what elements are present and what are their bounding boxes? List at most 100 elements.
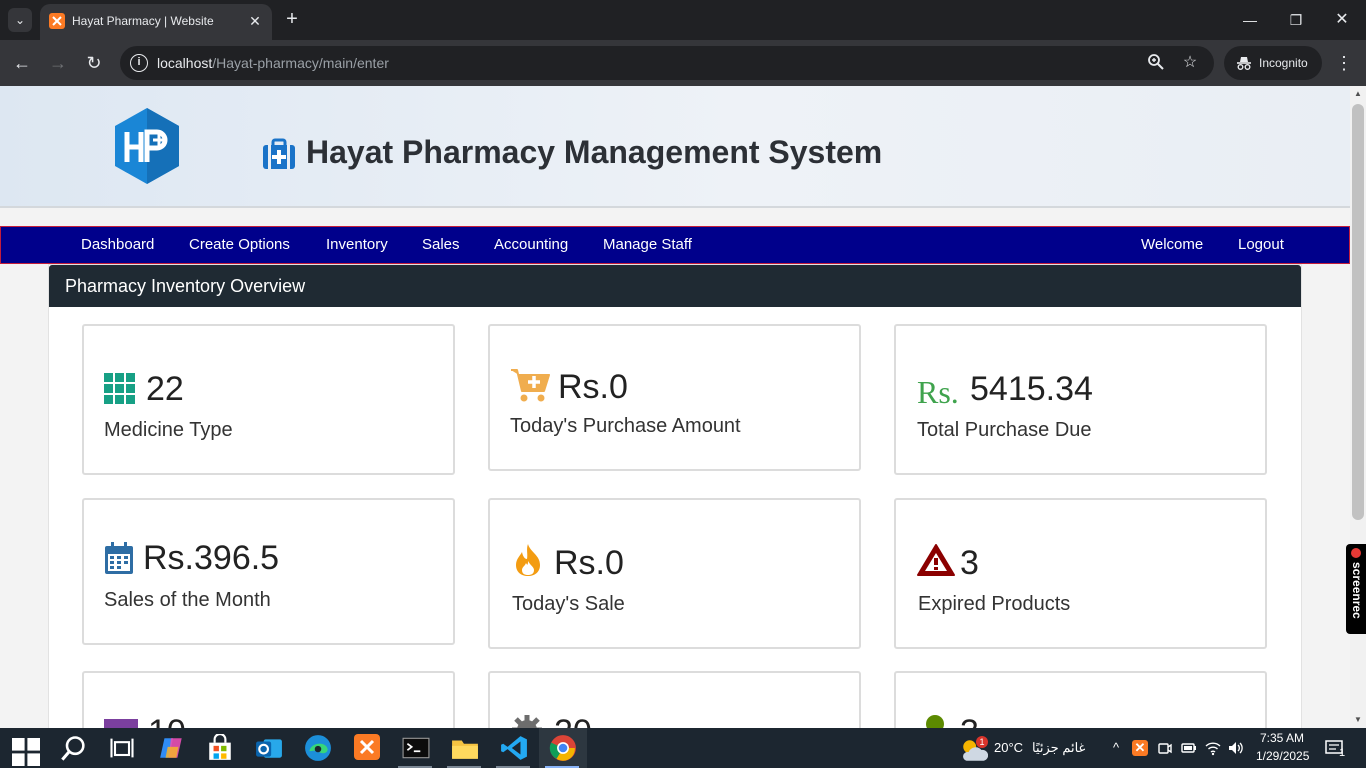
nav-sales[interactable]: Sales (422, 236, 460, 253)
nav-dashboard[interactable]: Dashboard (81, 236, 154, 253)
card-value: 3 (960, 713, 979, 728)
file-explorer-icon[interactable] (451, 734, 479, 762)
weather-condition[interactable]: غائم جزئيًا (1032, 740, 1085, 756)
card-label: Today's Sale (512, 593, 625, 615)
browser-toolbar: ← → ↻ i localhost/Hayat-pharmacy/main/en… (0, 40, 1366, 86)
card-partial-3[interactable]: 3 (894, 671, 1267, 728)
task-view-icon[interactable] (108, 734, 136, 762)
card-label: Today's Purchase Amount (510, 415, 741, 437)
incognito-badge[interactable]: Incognito (1224, 46, 1322, 80)
card-label: Total Purchase Due (917, 419, 1092, 441)
page-viewport: Hayat Pharmacy Management System Dashboa… (0, 86, 1350, 728)
zoom-icon[interactable] (1146, 53, 1166, 73)
scroll-up-arrow-icon[interactable]: ▲ (1350, 86, 1366, 102)
nav-accounting[interactable]: Accounting (494, 236, 568, 253)
new-tab-button[interactable]: + (281, 8, 303, 30)
card-todays-purchase[interactable]: Rs.0 Today's Purchase Amount (488, 324, 861, 471)
card-value: 5415.34 (970, 370, 1093, 408)
card-label: Medicine Type (104, 419, 233, 441)
card-label: Sales of the Month (104, 589, 271, 611)
tab-search-chevron-icon[interactable]: ⌄ (8, 8, 32, 32)
bookmark-star-icon[interactable]: ☆ (1180, 53, 1200, 73)
back-arrow-icon[interactable]: ← (10, 51, 34, 75)
window-close-icon[interactable]: ✕ (1330, 8, 1354, 32)
cart-plus-icon (511, 369, 550, 402)
fire-icon (516, 544, 540, 576)
volume-icon[interactable] (1228, 740, 1244, 756)
battery-icon[interactable] (1181, 740, 1197, 756)
main-navbar: Dashboard Create Options Inventory Sales… (0, 226, 1350, 264)
scroll-thumb[interactable] (1352, 104, 1364, 520)
card-value: 22 (146, 370, 184, 408)
forward-arrow-icon[interactable]: → (46, 51, 70, 75)
warning-icon (917, 544, 955, 576)
card-medicine-type[interactable]: 22 Medicine Type (82, 324, 455, 475)
hayat-pharmacy-logo[interactable] (113, 106, 181, 186)
screenrec-label: screenrec (1350, 562, 1364, 619)
card-value: 10 (148, 713, 186, 728)
panel-header: Pharmacy Inventory Overview (49, 265, 1301, 307)
partial-square-icon (104, 719, 138, 728)
clock-date[interactable]: 1/29/2025 (1256, 749, 1309, 763)
xampp-icon[interactable] (354, 734, 380, 760)
calendar-icon (105, 542, 133, 574)
partial-gear-icon (512, 715, 542, 728)
copilot-icon[interactable] (158, 734, 186, 762)
vscode-icon[interactable] (500, 734, 528, 762)
card-sales-of-month[interactable]: Rs.396.5 Sales of the Month (82, 498, 455, 645)
incognito-label: Incognito (1259, 56, 1308, 70)
clock-time[interactable]: 7:35 AM (1260, 731, 1304, 745)
site-info-icon[interactable]: i (130, 54, 148, 72)
card-value: Rs.396.5 (143, 539, 280, 577)
card-partial-1[interactable]: 10 (82, 671, 455, 728)
nav-inventory[interactable]: Inventory (326, 236, 388, 253)
browser-tab-bar: ⌄ Hayat Pharmacy | Website ✕ + — ❐ ✕ (0, 0, 1366, 40)
search-icon[interactable] (60, 734, 88, 762)
rupee-prefix: Rs. (917, 374, 959, 410)
nav-create-options[interactable]: Create Options (189, 236, 290, 253)
reload-icon[interactable]: ↻ (82, 51, 106, 75)
terminal-icon[interactable] (402, 734, 430, 762)
card-total-purchase-due[interactable]: Rs. 5415.34 Total Purchase Due (894, 324, 1267, 475)
minimize-icon[interactable]: — (1238, 8, 1262, 32)
card-value: 3 (960, 544, 979, 582)
card-todays-sale[interactable]: Rs.0 Today's Sale (488, 498, 861, 649)
chrome-icon[interactable] (549, 734, 577, 762)
weather-temp[interactable]: 20°C (994, 740, 1023, 755)
th-grid-icon (104, 373, 135, 404)
weather-badge: 1 (976, 736, 988, 748)
card-value: Rs.0 (554, 544, 624, 582)
tab-close-icon[interactable]: ✕ (246, 12, 264, 30)
browser-tab[interactable]: Hayat Pharmacy | Website ✕ (40, 4, 272, 40)
notification-count: 1 (1339, 747, 1346, 759)
address-url[interactable]: localhost/Hayat-pharmacy/main/enter (157, 55, 389, 71)
tab-title: Hayat Pharmacy | Website (72, 14, 214, 28)
wifi-icon[interactable] (1205, 740, 1221, 756)
record-dot-icon (1351, 548, 1361, 558)
browser-menu-icon[interactable]: ⋮ (1334, 51, 1354, 75)
site-header: Hayat Pharmacy Management System (0, 86, 1350, 208)
partial-dot-icon (926, 715, 944, 728)
windows-start-icon[interactable] (12, 738, 40, 766)
panel-title: Pharmacy Inventory Overview (65, 276, 306, 296)
incognito-icon (1237, 57, 1251, 70)
scroll-down-arrow-icon[interactable]: ▼ (1350, 712, 1366, 728)
edge-icon[interactable] (304, 734, 332, 762)
nav-logout[interactable]: Logout (1238, 236, 1284, 253)
card-value: Rs.0 (558, 368, 628, 406)
card-value: 20 (554, 713, 592, 728)
nav-welcome[interactable]: Welcome (1141, 236, 1203, 253)
card-partial-2[interactable]: 20 (488, 671, 861, 728)
show-hidden-icons-chevron-icon[interactable]: ^ (1108, 740, 1124, 756)
screenrec-widget[interactable]: screenrec (1346, 544, 1366, 634)
restore-icon[interactable]: ❐ (1284, 8, 1308, 32)
inventory-overview-panel: Pharmacy Inventory Overview 22 Medicine … (48, 264, 1302, 728)
xampp-tray-icon[interactable]: ✕ (1132, 740, 1148, 756)
nav-manage-staff[interactable]: Manage Staff (603, 236, 692, 253)
microsoft-store-icon[interactable] (206, 734, 234, 762)
outlook-icon[interactable] (255, 734, 283, 762)
meet-now-icon[interactable] (1157, 740, 1173, 756)
address-bar[interactable]: i localhost/Hayat-pharmacy/main/enter ☆ (120, 46, 1214, 80)
card-expired-products[interactable]: 3 Expired Products (894, 498, 1267, 649)
card-label: Expired Products (918, 593, 1071, 615)
